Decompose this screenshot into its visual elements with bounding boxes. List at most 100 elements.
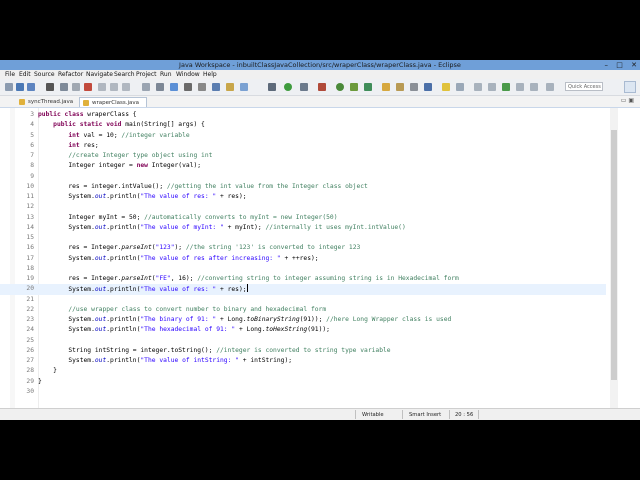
- code-line[interactable]: 9: [0, 172, 606, 182]
- debug-settings-icon[interactable]: [46, 83, 54, 91]
- toggle-icon[interactable]: [156, 83, 164, 91]
- save-icon[interactable]: [16, 83, 24, 91]
- code-line[interactable]: 27 System.out.println("The value of intS…: [0, 356, 606, 366]
- skip-breakpoints-icon[interactable]: [60, 83, 68, 91]
- menu-project[interactable]: Project: [136, 70, 157, 79]
- code-text[interactable]: }: [38, 366, 57, 376]
- maximize-button[interactable]: □: [616, 61, 623, 69]
- code-text[interactable]: Integer integer = new Integer(val);: [38, 161, 201, 171]
- code-line[interactable]: 4 public static void main(String[] args)…: [0, 120, 606, 130]
- code-text[interactable]: System.out.println("The value of intStri…: [38, 356, 292, 366]
- step-over-icon[interactable]: [110, 83, 118, 91]
- code-line[interactable]: 20 System.out.println("The value of res:…: [0, 284, 606, 295]
- code-text[interactable]: res = Integer.parseInt("FE", 16); //conv…: [38, 274, 459, 284]
- code-line[interactable]: 28 }: [0, 366, 606, 376]
- code-text[interactable]: int res;: [38, 141, 98, 151]
- next-annotation-icon[interactable]: [442, 83, 450, 91]
- code-line[interactable]: 25: [0, 336, 606, 346]
- code-line[interactable]: 18: [0, 264, 606, 274]
- menu-navigate[interactable]: Navigate: [86, 70, 113, 79]
- terminate-icon[interactable]: [84, 83, 92, 91]
- code-line[interactable]: 12: [0, 202, 606, 212]
- open-type-icon[interactable]: [170, 83, 178, 91]
- code-line[interactable]: 3 public class wraperClass {: [0, 110, 606, 120]
- code-line[interactable]: 21: [0, 295, 606, 305]
- quick-access-input[interactable]: Quick Access: [565, 82, 603, 91]
- back-icon[interactable]: [488, 83, 496, 91]
- last-edit-icon[interactable]: [474, 83, 482, 91]
- run-external-icon[interactable]: [318, 83, 326, 91]
- code-text[interactable]: String intString = integer.toString(); /…: [38, 346, 390, 356]
- code-text[interactable]: public class wraperClass {: [38, 110, 137, 120]
- nav-icon[interactable]: [530, 83, 538, 91]
- edit-icon[interactable]: [410, 83, 418, 91]
- new-java-project-icon[interactable]: [336, 83, 344, 91]
- code-line[interactable]: 15: [0, 233, 606, 243]
- code-text[interactable]: Integer myInt = 50; //automatically conv…: [38, 213, 337, 223]
- menu-help[interactable]: Help: [203, 70, 217, 79]
- code-text[interactable]: //create Integer type object using int: [38, 151, 212, 161]
- code-text[interactable]: int val = 10; //integer variable: [38, 131, 189, 141]
- task-icon[interactable]: [226, 83, 234, 91]
- debug-icon[interactable]: [268, 83, 276, 91]
- code-line[interactable]: 6 int res;: [0, 141, 606, 151]
- menu-window[interactable]: Window: [176, 70, 200, 79]
- menu-file[interactable]: File: [5, 70, 15, 79]
- code-line[interactable]: 16 res = Integer.parseInt("123"); //the …: [0, 243, 606, 253]
- code-line[interactable]: 8 Integer integer = new Integer(val);: [0, 161, 606, 171]
- code-line[interactable]: 26 String intString = integer.toString()…: [0, 346, 606, 356]
- suspend-icon[interactable]: [72, 83, 80, 91]
- coverage-icon[interactable]: [300, 83, 308, 91]
- java-perspective-icon[interactable]: [624, 81, 636, 93]
- code-line[interactable]: 5 int val = 10; //integer variable: [0, 131, 606, 141]
- new-package-icon[interactable]: [350, 83, 358, 91]
- code-text[interactable]: System.out.println("The value of res: " …: [38, 192, 246, 202]
- annotation-icon[interactable]: [424, 83, 432, 91]
- menu-run[interactable]: Run: [160, 70, 172, 79]
- code-editor[interactable]: 3 public class wraperClass {4 public stat…: [0, 108, 640, 408]
- open-task-icon[interactable]: [396, 83, 404, 91]
- code-text[interactable]: System.out.println("The hexadecimal of 9…: [38, 325, 330, 335]
- code-line[interactable]: 19 res = Integer.parseInt("FE", 16); //c…: [0, 274, 606, 284]
- step-into-icon[interactable]: [98, 83, 106, 91]
- step-return-icon[interactable]: [122, 83, 130, 91]
- code-text[interactable]: System.out.println("The binary of 91: " …: [38, 315, 451, 325]
- code-line[interactable]: 10 res = integer.intValue(); //getting t…: [0, 182, 606, 192]
- search-icon[interactable]: [198, 83, 206, 91]
- menu-search[interactable]: Search: [114, 70, 135, 79]
- code-text[interactable]: res = Integer.parseInt("123"); //the str…: [38, 243, 360, 253]
- code-line[interactable]: 14 System.out.println("The value of myIn…: [0, 223, 606, 233]
- scrollbar-thumb[interactable]: [611, 130, 617, 380]
- code-text[interactable]: System.out.println("The value of res aft…: [38, 254, 318, 264]
- code-line[interactable]: 13 Integer myInt = 50; //automatically c…: [0, 213, 606, 223]
- code-line[interactable]: 23 System.out.println("The binary of 91:…: [0, 315, 606, 325]
- menu-source[interactable]: Source: [34, 70, 55, 79]
- menu-refactor[interactable]: Refactor: [58, 70, 83, 79]
- code-line[interactable]: 24 System.out.println("The hexadecimal o…: [0, 325, 606, 335]
- open-folder-icon[interactable]: [382, 83, 390, 91]
- nav-next-icon[interactable]: [546, 83, 554, 91]
- code-text[interactable]: res = integer.intValue(); //getting the …: [38, 182, 368, 192]
- tab-syncthread[interactable]: syncThread.java: [16, 97, 78, 107]
- code-line[interactable]: 29}: [0, 377, 606, 387]
- pin-icon[interactable]: [142, 83, 150, 91]
- terminal-icon[interactable]: [184, 83, 192, 91]
- code-line[interactable]: 17 System.out.println("The value of res …: [0, 254, 606, 264]
- external-tools-icon[interactable]: [240, 83, 248, 91]
- code-text[interactable]: }: [38, 377, 42, 387]
- close-button[interactable]: ✕: [631, 61, 637, 69]
- run-icon[interactable]: [284, 83, 292, 91]
- code-line[interactable]: 22 //use wrapper class to convert number…: [0, 305, 606, 315]
- menu-edit[interactable]: Edit: [19, 70, 31, 79]
- minimize-button[interactable]: –: [605, 61, 609, 69]
- window-icon[interactable]: [212, 83, 220, 91]
- new-class-icon[interactable]: [364, 83, 372, 91]
- history-icon[interactable]: [516, 83, 524, 91]
- code-line[interactable]: 7 //create Integer type object using int: [0, 151, 606, 161]
- code-text[interactable]: System.out.println("The value of myInt: …: [38, 223, 405, 233]
- previous-annotation-icon[interactable]: [456, 83, 464, 91]
- new-icon[interactable]: [5, 83, 13, 91]
- editor-minimize-maximize[interactable]: ▭ ▣: [621, 97, 634, 104]
- code-line[interactable]: 11 System.out.println("The value of res:…: [0, 192, 606, 202]
- code-text[interactable]: //use wrapper class to convert number to…: [38, 305, 326, 315]
